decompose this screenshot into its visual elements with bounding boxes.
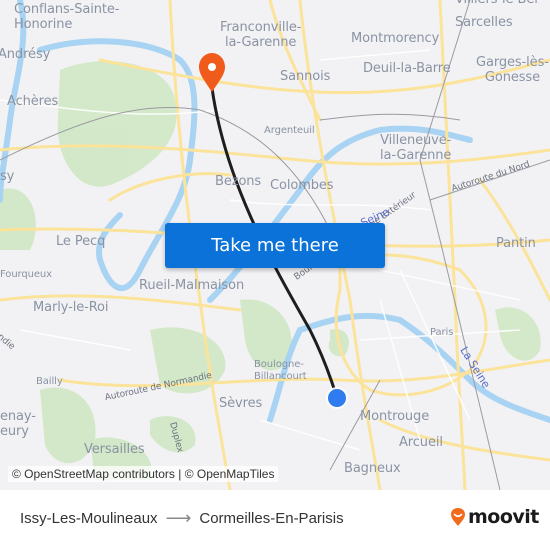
place-label-rueil: Rueil-Malmaison — [139, 278, 245, 293]
moovit-wordmark: moovit — [468, 506, 539, 528]
place-label-villeneuve: Villeneuve-la-Garenne — [380, 133, 452, 163]
place-label-montrouge: Montrouge — [360, 409, 430, 424]
place-label-le-pecq: Le Pecq — [56, 234, 106, 249]
origin-name: Issy-Les-Moulineaux — [20, 510, 158, 527]
place-label-argenteuil: Argenteuil — [264, 125, 315, 136]
place-label-villiers: Villiers-le-Bel — [455, 0, 538, 7]
place-label-pantin: Pantin — [496, 236, 536, 251]
place-label-bezons: Bezons — [215, 174, 262, 189]
place-label-franconville: Franconville-la-Garenne — [220, 20, 302, 50]
place-label-sarcelles: Sarcelles — [455, 15, 513, 30]
place-label-conflans: Conflans-Sainte- Honorine — [14, 2, 120, 32]
place-label-arcueil: Arcueil — [399, 435, 443, 450]
place-label-deuil: Deuil-la-Barre — [363, 61, 451, 76]
route-summary: Issy-Les-Moulineaux ⟶ Cormeilles-En-Pari… — [20, 508, 344, 528]
place-label-garges: Garges-lès- Gonesse — [476, 55, 549, 85]
place-label-montmorency: Montmorency — [351, 31, 440, 46]
place-label-boulogne: Boulogne- Billancourt — [254, 359, 307, 382]
footer: Issy-Les-Moulineaux ⟶ Cormeilles-En-Pari… — [0, 490, 550, 550]
map-attribution[interactable]: © OpenStreetMap contributors | © OpenMap… — [8, 466, 279, 482]
place-label-acheres: Achères — [7, 94, 59, 109]
place-label-bailly: Bailly — [36, 376, 63, 387]
place-label-versailles: Versailles — [84, 442, 145, 457]
place-label-sannois: Sannois — [280, 69, 331, 84]
arrow-right-icon: ⟶ — [165, 508, 192, 528]
place-label-colombes: Colombes — [270, 178, 334, 193]
place-label-andresy: Andrésy — [0, 47, 51, 62]
destination-marker[interactable] — [199, 53, 225, 92]
origin-marker[interactable] — [326, 387, 348, 409]
place-label-sevres: Sèvres — [219, 396, 263, 411]
place-label-fourqueux: Fourqueux — [0, 269, 52, 280]
place-label-bagneux: Bagneux — [344, 461, 401, 476]
place-label-paris: Paris — [430, 327, 454, 338]
place-label-fontenay: enay-eury — [0, 409, 36, 439]
take-me-there-button[interactable]: Take me there — [165, 223, 385, 268]
moovit-pin-icon — [451, 508, 465, 526]
moovit-logo[interactable]: moovit — [450, 506, 539, 528]
destination-name: Cormeilles-En-Parisis — [199, 510, 344, 527]
place-label-marly: Marly-le-Roi — [33, 300, 109, 315]
place-label-poissy: sy — [0, 169, 15, 184]
